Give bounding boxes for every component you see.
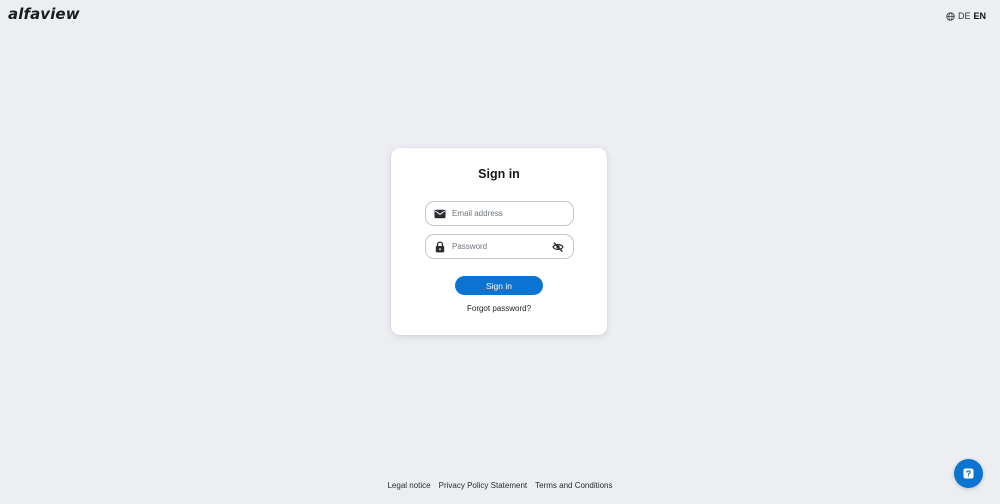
privacy-policy-link[interactable]: Privacy Policy Statement: [439, 481, 527, 490]
globe-icon: [946, 11, 955, 21]
envelope-icon: [434, 208, 446, 220]
language-switcher: DE EN: [946, 11, 986, 21]
login-page: alfaview DE EN Sign in Email address Sig…: [0, 0, 1000, 504]
language-option-de[interactable]: DE: [958, 11, 971, 21]
eye-slash-icon[interactable]: [552, 241, 564, 253]
app-logo: alfaview: [8, 5, 80, 23]
password-field[interactable]: [425, 234, 574, 259]
terms-link[interactable]: Terms and Conditions: [535, 481, 612, 490]
help-icon: [963, 468, 974, 479]
password-input[interactable]: [452, 242, 547, 251]
login-title: Sign in: [478, 167, 520, 181]
language-option-en[interactable]: EN: [973, 11, 986, 21]
email-field[interactable]: [425, 201, 574, 226]
email-input[interactable]: [452, 209, 547, 218]
forgot-password-link[interactable]: Forgot password?: [391, 304, 607, 313]
sign-in-button[interactable]: Sign in: [455, 276, 543, 295]
legal-notice-link[interactable]: Legal notice: [387, 481, 430, 490]
lock-icon: [434, 240, 446, 253]
help-button[interactable]: [954, 459, 983, 488]
login-card: Sign in Email address Sign in Forgot pas…: [391, 148, 607, 335]
footer-links: Legal notice Privacy Policy Statement Te…: [0, 481, 1000, 490]
